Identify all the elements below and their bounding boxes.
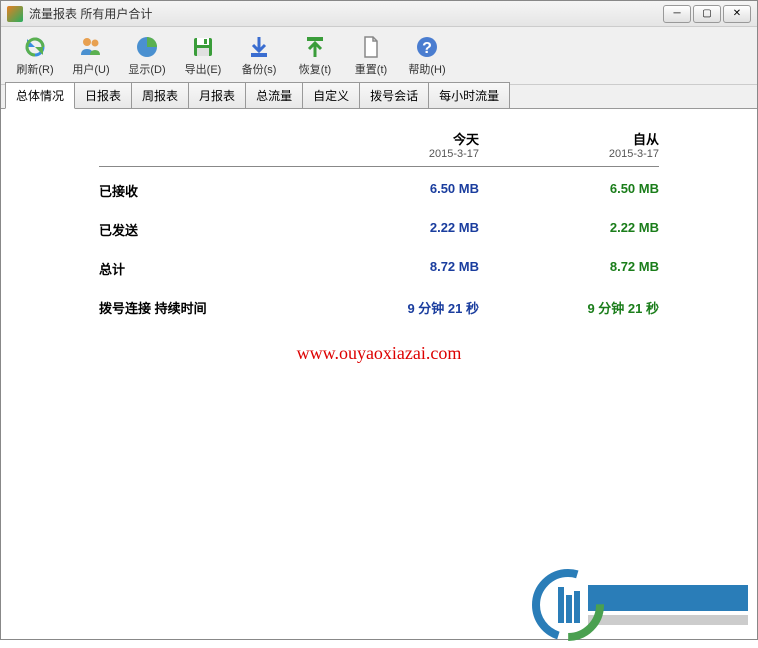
help-button[interactable]: ? 帮助(H)	[401, 31, 453, 81]
restore-button[interactable]: 恢复(t)	[289, 31, 341, 81]
app-icon	[7, 6, 23, 22]
tab-dialup[interactable]: 拨号会话	[359, 82, 429, 108]
received-since: 6.50 MB	[479, 181, 659, 200]
window-controls: ─ ▢ ✕	[663, 5, 751, 23]
label-received: 已接收	[99, 181, 299, 200]
toolbar: 刷新(R) 用户(U) 显示(D) 导出(E) 备份(s)	[1, 27, 757, 85]
titlebar: 流量报表 所有用户合计 ─ ▢ ✕	[1, 1, 757, 27]
tab-bar: 总体情况 日报表 周报表 月报表 总流量 自定义 拨号会话 每小时流量	[1, 85, 757, 109]
restore-label: 恢复(t)	[299, 61, 331, 77]
minimize-button[interactable]: ─	[663, 5, 691, 23]
total-today: 8.72 MB	[299, 259, 479, 278]
label-duration: 拨号连接 持续时间	[99, 298, 299, 317]
reset-label: 重置(t)	[355, 61, 387, 77]
report-header: 今天 2015-3-17 自从 2015-3-17	[99, 129, 659, 167]
row-total: 总计 8.72 MB 8.72 MB	[99, 245, 659, 284]
tab-weekly[interactable]: 周报表	[131, 82, 189, 108]
sent-today: 2.22 MB	[299, 220, 479, 239]
upload-icon	[303, 35, 327, 59]
row-sent: 已发送 2.22 MB 2.22 MB	[99, 206, 659, 245]
watermark-text: www.ouyaoxiazai.com	[31, 343, 727, 364]
close-button[interactable]: ✕	[723, 5, 751, 23]
row-received: 已接收 6.50 MB 6.50 MB	[99, 167, 659, 206]
maximize-button[interactable]: ▢	[693, 5, 721, 23]
duration-today: 9 分钟 21 秒	[299, 298, 479, 317]
document-icon	[359, 35, 383, 59]
display-label: 显示(D)	[128, 61, 165, 77]
header-today-date: 2015-3-17	[299, 148, 479, 160]
users-icon	[79, 35, 103, 59]
logo-bar	[588, 585, 748, 611]
tab-total[interactable]: 总流量	[245, 82, 303, 108]
tab-overview[interactable]: 总体情况	[5, 82, 75, 109]
backup-label: 备份(s)	[242, 61, 277, 77]
display-icon	[135, 35, 159, 59]
users-button[interactable]: 用户(U)	[65, 31, 117, 81]
header-today: 今天	[299, 129, 479, 148]
reset-button[interactable]: 重置(t)	[345, 31, 397, 81]
tab-hourly[interactable]: 每小时流量	[428, 82, 510, 108]
help-icon: ?	[415, 35, 439, 59]
svg-text:?: ?	[422, 40, 432, 57]
report-table: 今天 2015-3-17 自从 2015-3-17 已接收 6.50 MB 6.…	[99, 129, 659, 323]
save-icon	[191, 35, 215, 59]
label-sent: 已发送	[99, 220, 299, 239]
help-label: 帮助(H)	[408, 61, 445, 77]
tab-monthly[interactable]: 月报表	[188, 82, 246, 108]
refresh-label: 刷新(R)	[16, 61, 53, 77]
label-total: 总计	[99, 259, 299, 278]
users-label: 用户(U)	[72, 61, 109, 77]
export-button[interactable]: 导出(E)	[177, 31, 229, 81]
tab-custom[interactable]: 自定义	[302, 82, 360, 108]
app-window: 流量报表 所有用户合计 ─ ▢ ✕ 刷新(R) 用户(U) 显示(D)	[0, 0, 758, 640]
display-button[interactable]: 显示(D)	[121, 31, 173, 81]
content-area: 今天 2015-3-17 自从 2015-3-17 已接收 6.50 MB 6.…	[1, 109, 757, 639]
logo-circle-icon	[528, 565, 608, 645]
download-icon	[247, 35, 271, 59]
sent-since: 2.22 MB	[479, 220, 659, 239]
tab-daily[interactable]: 日报表	[74, 82, 132, 108]
bottom-logo	[528, 565, 748, 645]
total-since: 8.72 MB	[479, 259, 659, 278]
refresh-button[interactable]: 刷新(R)	[9, 31, 61, 81]
row-duration: 拨号连接 持续时间 9 分钟 21 秒 9 分钟 21 秒	[99, 284, 659, 323]
window-title: 流量报表 所有用户合计	[29, 5, 663, 22]
header-since: 自从	[479, 129, 659, 148]
logo-shadow	[588, 615, 748, 625]
received-today: 6.50 MB	[299, 181, 479, 200]
duration-since: 9 分钟 21 秒	[479, 298, 659, 317]
export-label: 导出(E)	[185, 61, 222, 77]
backup-button[interactable]: 备份(s)	[233, 31, 285, 81]
refresh-icon	[23, 35, 47, 59]
header-since-date: 2015-3-17	[479, 148, 659, 160]
